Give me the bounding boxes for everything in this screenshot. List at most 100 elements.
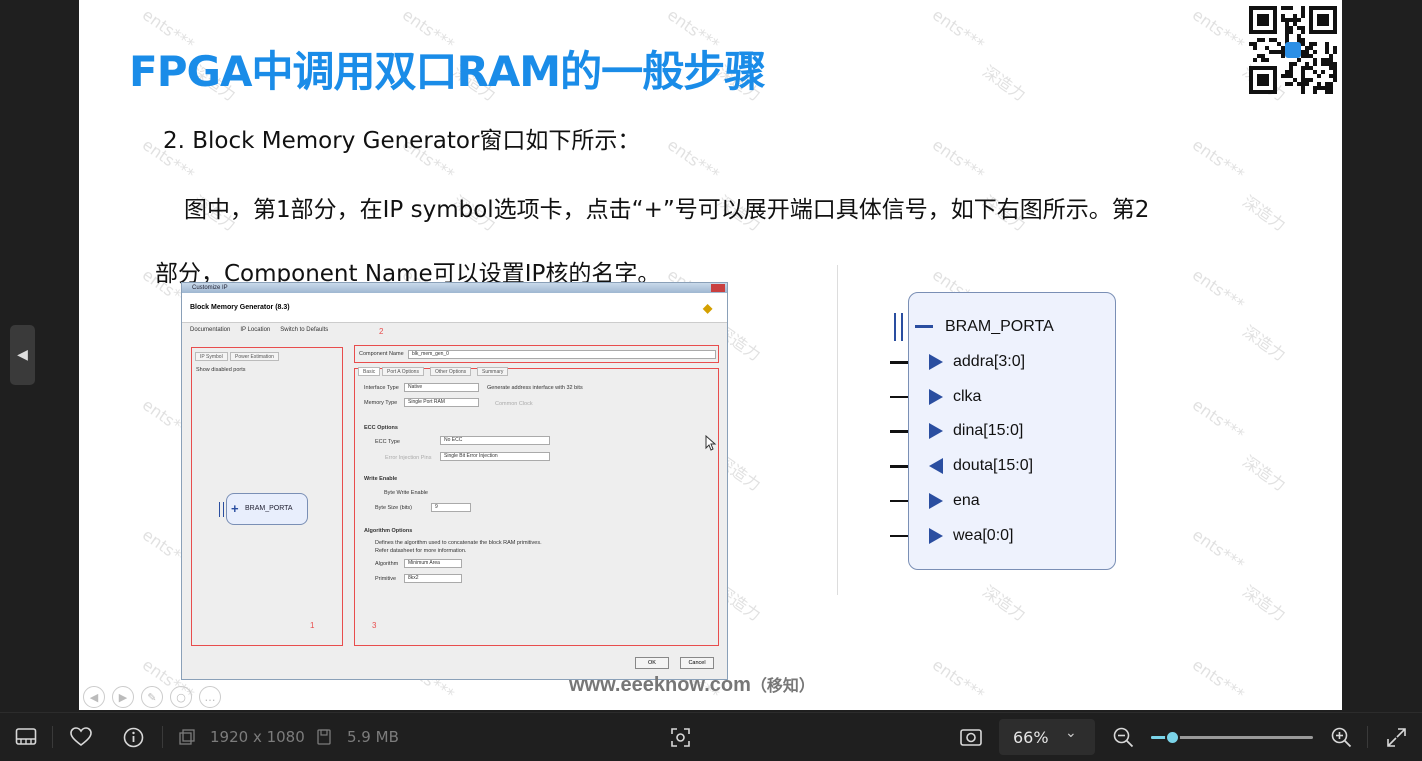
slide-title: FPGA中调用双口RAM的一般步骤 [129,47,766,96]
tab-ip-symbol: IP Symbol [195,352,228,361]
memory-type-label: Memory Type [364,400,398,406]
heart-icon[interactable] [70,727,92,747]
marker-3: 3 [372,621,377,630]
watermark-text: ents*** [1188,4,1248,55]
tab-summary: Summary [477,367,509,376]
tab-power-estimation: Power Estimation [230,352,279,361]
toolbar-separator [52,726,53,748]
qr-code-icon [1249,6,1337,94]
component-name-field: blk_mem_gen_0 [408,350,716,359]
bram-title: BRAM_PORTA [945,318,1054,335]
watermark-text: 深造力 [713,708,766,710]
watermark-text: 深造力 [1238,708,1291,710]
switch-defaults-link: Switch to Defaults [280,327,329,333]
ip-name: Block Memory Generator (8.3) [190,304,290,311]
interface-type-label: Interface Type [364,385,399,391]
zoom-out-icon[interactable] [1113,727,1134,748]
bus-bars-icon [894,313,903,341]
bram-port-4: ena [890,491,1109,511]
zoom-slider[interactable] [1151,730,1313,745]
tab-port-a-options: Port A Options [382,367,424,376]
zoom-dropdown[interactable]: 66% ⌄ [999,719,1095,755]
viewer-toolbar: 1920 x 1080 5.9 MB 66% ⌄ [0,712,1422,761]
dimensions-icon [179,729,195,745]
image-dimensions: 1920 x 1080 [210,728,305,746]
bram-port-2: dina[15:0] [890,421,1109,441]
watermark-text: ents*** [1188,134,1248,185]
previous-image-button[interactable]: ◀ [10,325,35,385]
common-clock-checkbox: Common Clock [495,401,533,407]
port-label: wea[0:0] [953,526,1014,544]
file-size: 5.9 MB [347,728,399,746]
watermark-text: 深造力 [188,708,241,710]
marker-1: 1 [310,621,315,630]
more-slide-icon[interactable]: … [199,686,221,708]
bram-port-1: clka [890,387,1109,407]
zoom-slide-icon[interactable]: ○ [170,686,192,708]
port-wire [890,395,908,399]
algorithm-section-title: Algorithm Options [364,528,413,534]
watermark-text: ents*** [928,4,988,55]
ok-button: OK [635,657,669,669]
watermark-text: ents*** [1188,394,1248,445]
watermark-text: 深造力 [1239,321,1290,365]
watermark-text: 深造力 [1239,191,1290,235]
watermark-text: ents*** [1188,654,1248,705]
tab-other-options: Other Options [430,367,472,376]
port-label: ena [953,491,980,509]
plus-icon: + [231,501,239,516]
algorithm-description: Defines the algorithm used to concatenat… [375,540,542,546]
footer-brand: （移知） [750,678,815,695]
toolbar-separator [162,726,163,748]
scan-icon[interactable] [670,727,691,748]
footer-url: www.eeeknow.com [569,674,751,696]
paragraph-line-1: 图中，第1部分，在IP symbol选项卡，点击“+”号可以展开端口具体信号，如… [184,197,1150,223]
actual-size-icon[interactable] [960,728,982,747]
mini-bram-port: + BRAM_PORTA [219,493,308,525]
slide-image: ents*** 深造力 ents*** 深造力 ents*** 深造力 ents*** 深造力… [79,0,1342,710]
zoom-in-icon[interactable] [1331,727,1352,748]
window-titlebar: Customize IP [182,283,727,293]
byte-size-label: Byte Size (bits) [375,505,412,511]
input-arrow-icon [929,527,943,544]
toolbar-separator [1367,726,1368,748]
error-injection-select: Single Bit Error Injection [440,452,550,461]
pen-icon[interactable]: ✎ [141,686,163,708]
algorithm-reference: Refer datasheet for more information. [375,548,467,554]
prev-slide-icon[interactable]: ◀ [83,686,105,708]
watermark-text: 深造力 [448,708,501,710]
ip-toolbar: Documentation IP Location Switch to Defa… [182,323,727,339]
chevron-down-icon: ⌄ [1065,725,1077,741]
algorithm-select: Minimum Area [404,559,462,568]
watermark-text: ents*** [928,654,988,705]
input-arrow-icon [929,492,943,509]
fullscreen-icon[interactable] [1386,727,1407,748]
mini-port-label: BRAM_PORTA [245,505,293,512]
port-wire [890,499,908,503]
port-label: douta[15:0] [953,457,1034,475]
byte-write-enable-checkbox: Byte Write Enable [384,490,428,496]
port-wire [890,361,908,364]
byte-size-select: 9 [431,503,471,512]
memory-type-select: Single Port RAM [404,398,479,407]
bram-symbol: BRAM_PORTA addra[3:0] clka dina[15:0] douta… [890,292,1116,570]
input-arrow-icon [929,354,943,370]
ecc-section-title: ECC Options [364,425,398,431]
port-wire [890,430,908,433]
next-slide-icon[interactable]: ▶ [112,686,134,708]
watermark-text: ents*** [663,134,723,185]
info-icon[interactable] [123,727,144,748]
watermark-text: 深造力 [978,708,1031,710]
chevron-left-icon: ◀ [17,347,28,363]
primitive-select: 8kx2 [404,574,462,583]
watermark-text: ents*** [928,134,988,185]
footer-watermark: www.eeeknow.com（移知） [569,672,815,697]
filmstrip-icon[interactable] [15,727,37,747]
port-label: clka [953,387,982,405]
zoom-slider-thumb[interactable] [1165,730,1181,745]
primitive-label: Primitive [375,576,397,582]
zoom-value: 66% [1013,728,1049,747]
marker-2: 2 [379,327,384,336]
show-disabled-ports: Show disabled ports [196,367,246,373]
watermark-text: 深造力 [979,61,1030,105]
